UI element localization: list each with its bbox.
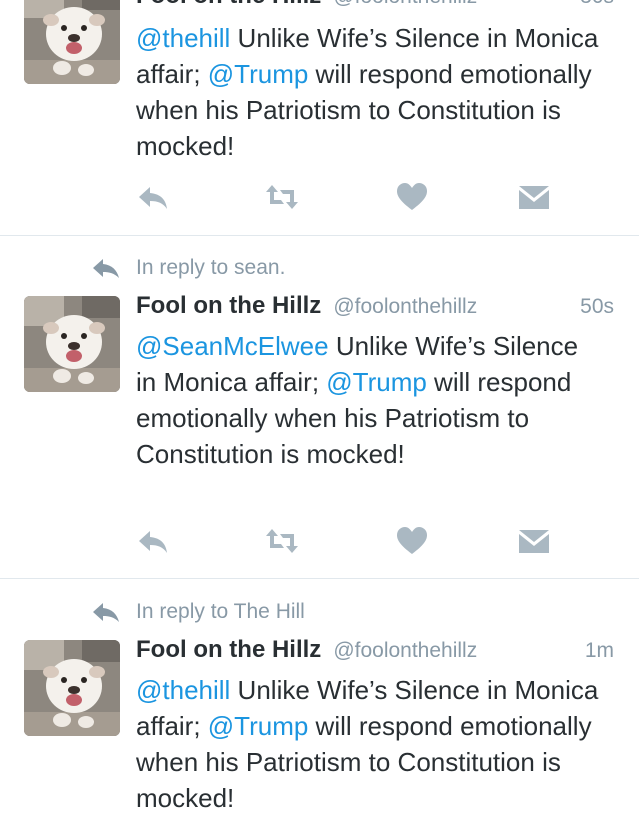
reply-button[interactable] [136,182,172,212]
reply-arrow-icon [92,601,120,623]
retweet-button[interactable] [264,526,300,556]
user-handle[interactable]: @foolonthehillz [333,0,477,9]
mention-link[interactable]: @SeanMcElwee [136,331,329,361]
message-icon [519,186,549,209]
mention-link[interactable]: @thehill [136,675,230,705]
tweet-text: @SeanMcElwee Unlike Wife’s Silence in Mo… [136,328,586,472]
bulldog-avatar-image [24,0,120,84]
mention-link[interactable]: @thehill [136,23,230,53]
retweet-icon [266,185,298,209]
like-icon [397,527,427,554]
reply-context-label: In reply to sean. [136,256,286,279]
tweet-header: Fool on the Hillz @foolonthehillz 30s [136,0,614,14]
message-button[interactable] [516,182,552,212]
like-button[interactable] [394,526,430,556]
tweet-header: Fool on the Hillz @foolonthehillz 50s [136,292,614,324]
timestamp[interactable]: 1m [585,639,614,663]
bulldog-avatar-image [24,640,120,736]
display-name[interactable]: Fool on the Hillz [136,636,321,664]
tweet-text: @thehill Unlike Wife’s Silence in Monica… [136,20,614,164]
user-handle[interactable]: @foolonthehillz [333,295,477,319]
reply-icon [139,187,167,209]
timestamp[interactable]: 50s [580,295,614,319]
message-button[interactable] [516,526,552,556]
bulldog-avatar-image [24,296,120,392]
tweet[interactable]: In reply to sean. Fool on the Hillz @foo… [0,236,639,578]
avatar[interactable] [24,296,120,392]
mention-link[interactable]: @Trump [208,59,309,89]
reply-context[interactable]: In reply to The Hill [92,597,305,627]
reply-context[interactable]: In reply to sean. [92,253,285,283]
reply-arrow-icon [92,257,120,279]
tweet-header: Fool on the Hillz @foolonthehillz 1m [136,636,614,668]
avatar[interactable] [24,640,120,736]
like-icon [397,183,427,210]
reply-icon [139,531,167,553]
mention-link[interactable]: @Trump [208,711,309,741]
user-handle[interactable]: @foolonthehillz [333,639,477,663]
like-button[interactable] [394,182,430,212]
retweet-icon [266,529,298,553]
message-icon [519,530,549,553]
display-name[interactable]: Fool on the Hillz [136,292,321,320]
mention-link[interactable]: @Trump [326,367,427,397]
retweet-button[interactable] [264,182,300,212]
reply-button[interactable] [136,526,172,556]
tweet-text: @thehill Unlike Wife’s Silence in Monica… [136,672,614,816]
tweet[interactable]: In reply to The Hill Fool on the Hillz @… [0,579,639,815]
display-name[interactable]: Fool on the Hillz [136,0,321,10]
tweet[interactable]: Fool on the Hillz @foolonthehillz 30s @t… [0,0,639,235]
timestamp[interactable]: 30s [580,0,614,9]
avatar[interactable] [24,0,120,84]
reply-context-label: In reply to The Hill [136,600,305,623]
